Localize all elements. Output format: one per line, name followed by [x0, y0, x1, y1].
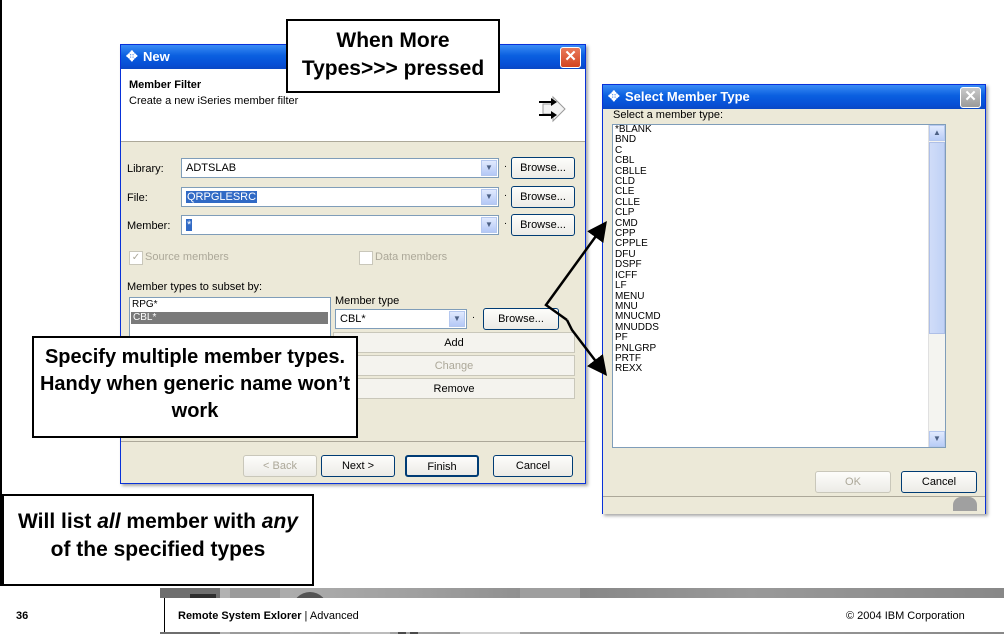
- footer-product: Remote System Exlorer | Advanced: [178, 610, 359, 622]
- page-number: 36: [16, 610, 29, 622]
- footer-section: Advanced: [309, 610, 359, 622]
- callout-arrows: [544, 220, 608, 376]
- footer-product-name: Remote System Exlorer: [178, 610, 302, 622]
- footer-bar: 36 Remote System Exlorer | Advanced © 20…: [0, 598, 1004, 632]
- footer-divider: [164, 598, 165, 632]
- footer-copyright: © 2004 IBM Corporation: [846, 610, 965, 622]
